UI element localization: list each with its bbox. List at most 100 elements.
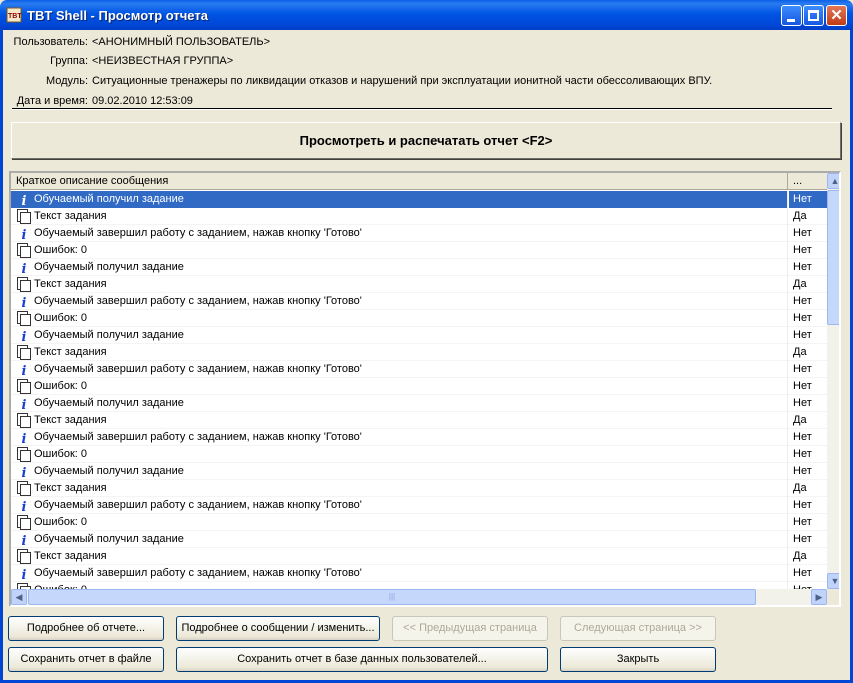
- table-row[interactable]: Текст задания Да: [11, 276, 827, 293]
- table-row[interactable]: i Обучаемый завершил работу с заданием, н…: [11, 225, 827, 242]
- row-flag-cell[interactable]: Нет: [789, 225, 827, 242]
- table-row[interactable]: Ошибок: 0Нет: [11, 582, 827, 589]
- table-row[interactable]: Текст задания Да: [11, 344, 827, 361]
- table-row[interactable]: i Обучаемый получил задание Нет: [11, 327, 827, 344]
- table-row[interactable]: i Обучаемый получил задание Нет: [11, 531, 827, 548]
- table-row[interactable]: Ошибок: 0Нет: [11, 242, 827, 259]
- row-flag-cell[interactable]: Нет: [789, 191, 827, 208]
- table-row[interactable]: Ошибок: 0Нет: [11, 446, 827, 463]
- row-flag-cell[interactable]: Да: [789, 412, 827, 429]
- scroll-right-button[interactable]: ▶: [811, 589, 827, 605]
- row-description-cell[interactable]: i Обучаемый завершил работу с заданием, н…: [11, 565, 788, 582]
- save-db-button[interactable]: Сохранить отчет в базе данных пользовате…: [176, 647, 548, 672]
- table-row[interactable]: i Обучаемый завершил работу с заданием, н…: [11, 565, 827, 582]
- row-flag-cell[interactable]: Нет: [789, 327, 827, 344]
- row-description-cell[interactable]: Текст задания: [11, 208, 788, 225]
- row-description-cell[interactable]: Текст задания: [11, 480, 788, 497]
- row-description-cell[interactable]: i Обучаемый завершил работу с заданием, н…: [11, 361, 788, 378]
- save-file-button[interactable]: Сохранить отчет в файле: [8, 647, 164, 672]
- row-description-cell[interactable]: i Обучаемый получил задание: [11, 259, 788, 276]
- prev-page-button[interactable]: << Предыдущая страница: [392, 616, 548, 641]
- table-row[interactable]: Ошибок: 0Нет: [11, 514, 827, 531]
- table-row[interactable]: i Обучаемый завершил работу с заданием, н…: [11, 293, 827, 310]
- row-flag-cell[interactable]: Нет: [789, 429, 827, 446]
- table-row[interactable]: i Обучаемый получил задание Нет: [11, 463, 827, 480]
- row-description-cell[interactable]: Ошибок: 0: [11, 310, 788, 327]
- row-flag-cell[interactable]: Нет: [789, 395, 827, 412]
- row-description-cell[interactable]: Ошибок: 0: [11, 514, 788, 531]
- row-text: Обучаемый получил задание: [34, 193, 184, 205]
- table-row[interactable]: i Обучаемый получил задание Нет: [11, 259, 827, 276]
- table-row[interactable]: Текст задания Да: [11, 480, 827, 497]
- scroll-up-button[interactable]: ▲: [827, 173, 839, 189]
- table-row[interactable]: Ошибок: 0Нет: [11, 378, 827, 395]
- row-description-cell[interactable]: Ошибок: 0: [11, 446, 788, 463]
- row-flag-cell[interactable]: Да: [789, 480, 827, 497]
- vertical-scroll-thumb[interactable]: [827, 190, 839, 325]
- next-page-button[interactable]: Следующая страница >>: [560, 616, 716, 641]
- title-bar[interactable]: TBT TBT Shell - Просмотр отчета ✕: [0, 0, 853, 30]
- row-description-cell[interactable]: Ошибок: 0: [11, 582, 788, 589]
- messages-grid[interactable]: Краткое описание сообщения ... i Обучаемы…: [9, 171, 841, 607]
- row-description-cell[interactable]: i Обучаемый завершил работу с заданием, н…: [11, 225, 788, 242]
- row-description-cell[interactable]: i Обучаемый получил задание: [11, 531, 788, 548]
- row-flag-cell[interactable]: Нет: [789, 531, 827, 548]
- row-flag-cell[interactable]: Да: [789, 548, 827, 565]
- table-row[interactable]: Текст задания Да: [11, 412, 827, 429]
- row-description-cell[interactable]: i Обучаемый получил задание: [11, 395, 788, 412]
- row-flag-cell[interactable]: Нет: [789, 565, 827, 582]
- row-description-cell[interactable]: Ошибок: 0: [11, 242, 788, 259]
- row-description-cell[interactable]: Текст задания: [11, 344, 788, 361]
- row-flag-cell[interactable]: Нет: [789, 310, 827, 327]
- scroll-left-button[interactable]: ◀: [11, 589, 27, 605]
- table-row[interactable]: i Обучаемый завершил работу с заданием, н…: [11, 361, 827, 378]
- table-row[interactable]: Текст задания Да: [11, 208, 827, 225]
- row-description-cell[interactable]: Текст задания: [11, 412, 788, 429]
- table-row[interactable]: Текст задания Да: [11, 548, 827, 565]
- table-row[interactable]: i Обучаемый получил задание Нет: [11, 395, 827, 412]
- row-description-cell[interactable]: i Обучаемый завершил работу с заданием, н…: [11, 293, 788, 310]
- document-icon: [16, 242, 32, 258]
- row-flag-cell[interactable]: Нет: [789, 259, 827, 276]
- row-flag-cell[interactable]: Нет: [789, 514, 827, 531]
- table-row[interactable]: i Обучаемый завершил работу с заданием, н…: [11, 497, 827, 514]
- report-details-button[interactable]: Подробнее об отчете...: [8, 616, 164, 641]
- row-flag-cell[interactable]: Нет: [789, 463, 827, 480]
- minimize-button[interactable]: [781, 5, 802, 26]
- row-description-cell[interactable]: i Обучаемый получил задание: [11, 191, 788, 208]
- horizontal-scrollbar[interactable]: ◀ ||| ▶: [11, 589, 827, 605]
- document-icon: [16, 514, 32, 530]
- row-description-cell[interactable]: i Обучаемый завершил работу с заданием, н…: [11, 429, 788, 446]
- table-row[interactable]: i Обучаемый получил задание Нет: [11, 191, 827, 208]
- row-description-cell[interactable]: i Обучаемый завершил работу с заданием, н…: [11, 497, 788, 514]
- document-icon: [16, 412, 32, 428]
- row-flag-cell[interactable]: Да: [789, 276, 827, 293]
- table-row[interactable]: i Обучаемый завершил работу с заданием, н…: [11, 429, 827, 446]
- row-flag-cell[interactable]: Нет: [789, 582, 827, 589]
- row-text: Текст задания: [34, 482, 107, 494]
- row-flag-cell[interactable]: Да: [789, 344, 827, 361]
- close-button[interactable]: Закрыть: [560, 647, 716, 672]
- close-window-button[interactable]: ✕: [826, 5, 847, 26]
- row-description-cell[interactable]: i Обучаемый получил задание: [11, 327, 788, 344]
- scroll-down-button[interactable]: ▼: [827, 573, 839, 589]
- row-flag-cell[interactable]: Нет: [789, 378, 827, 395]
- row-description-cell[interactable]: Ошибок: 0: [11, 378, 788, 395]
- row-flag-cell[interactable]: Да: [789, 208, 827, 225]
- view-print-report-button[interactable]: Просмотреть и распечатать отчет <F2>: [11, 122, 841, 159]
- column-header-flag[interactable]: ...: [789, 173, 827, 190]
- row-flag-cell[interactable]: Нет: [789, 293, 827, 310]
- vertical-scrollbar[interactable]: ▲ ▼: [827, 173, 839, 589]
- maximize-button[interactable]: [803, 5, 824, 26]
- message-details-button[interactable]: Подробнее о сообщении / изменить...: [176, 616, 380, 641]
- row-description-cell[interactable]: Текст задания: [11, 276, 788, 293]
- row-description-cell[interactable]: i Обучаемый получил задание: [11, 463, 788, 480]
- column-header-description[interactable]: Краткое описание сообщения: [11, 173, 788, 190]
- row-flag-cell[interactable]: Нет: [789, 361, 827, 378]
- row-flag-cell[interactable]: Нет: [789, 497, 827, 514]
- row-flag-cell[interactable]: Нет: [789, 446, 827, 463]
- table-row[interactable]: Ошибок: 0Нет: [11, 310, 827, 327]
- row-flag-cell[interactable]: Нет: [789, 242, 827, 259]
- row-description-cell[interactable]: Текст задания: [11, 548, 788, 565]
- horizontal-scroll-thumb[interactable]: |||: [28, 589, 756, 605]
